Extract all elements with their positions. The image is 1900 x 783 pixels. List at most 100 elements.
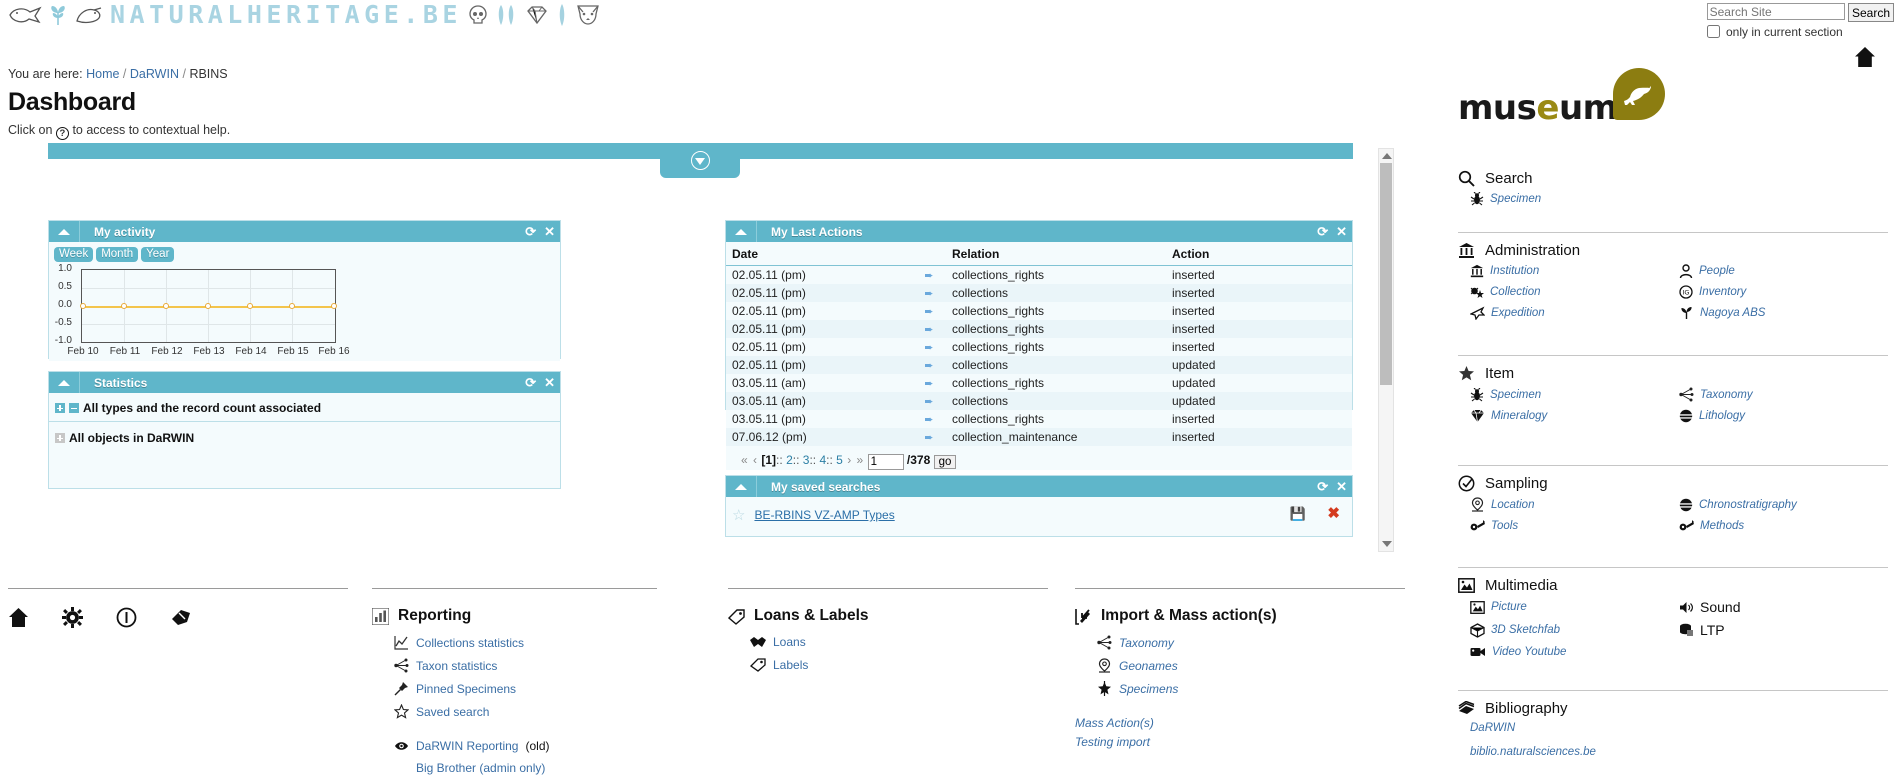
page-prev-button[interactable]: ‹ — [753, 453, 757, 467]
sidebar-item-sound[interactable]: Sound — [1679, 599, 1888, 615]
table-row[interactable]: 02.05.11 (pm) ➨ collections updated — [726, 356, 1352, 374]
collapse-icon[interactable] — [49, 372, 80, 393]
page-number-input[interactable] — [868, 454, 904, 470]
sidebar-item-label[interactable]: Tools — [1491, 520, 1518, 532]
sidebar-item-label[interactable]: Specimen — [1490, 193, 1541, 205]
dashboard-expand-toggle[interactable] — [660, 143, 740, 178]
table-row[interactable]: 02.05.11 (pm) ➨ collections_rights inser… — [726, 338, 1352, 356]
link-loans[interactable]: Loans — [750, 635, 1048, 649]
sidebar-item-chronostratigraphy[interactable]: Chronostratigraphy — [1679, 497, 1888, 512]
sidebar-item-label[interactable]: Nagoya ABS — [1700, 307, 1765, 319]
collapse-icon[interactable] — [49, 221, 80, 242]
home-icon[interactable] — [1854, 46, 1876, 68]
home-icon[interactable] — [8, 607, 29, 628]
sidebar-item-label[interactable]: Methods — [1700, 520, 1744, 532]
info-icon[interactable] — [116, 607, 137, 628]
scroll-up-icon[interactable] — [1382, 153, 1392, 159]
link-import-specimens[interactable]: Specimens — [1097, 681, 1405, 696]
breadcrumb-item-home[interactable]: Home — [86, 67, 119, 81]
sidebar-item-label[interactable]: Expedition — [1491, 307, 1545, 319]
sidebar-item-inventory[interactable]: IG Inventory — [1679, 285, 1888, 299]
sidebar-item-people[interactable]: People — [1679, 264, 1888, 278]
link-labels[interactable]: Labels — [750, 657, 1048, 672]
collapse-icon[interactable] — [69, 403, 79, 413]
link-saved-search[interactable]: Saved search — [394, 704, 657, 719]
page-link-5[interactable]: 5 — [836, 453, 843, 467]
goto-arrow-icon[interactable]: ➨ — [906, 338, 952, 356]
museum-logo[interactable]: museum — [1458, 68, 1665, 124]
sidebar-item-video-youtube[interactable]: Video Youtube — [1470, 645, 1679, 658]
sidebar-item-label[interactable]: People — [1699, 265, 1735, 277]
goto-arrow-icon[interactable]: ➨ — [906, 410, 952, 428]
range-button-year[interactable]: Year — [141, 247, 174, 262]
sidebar-item-institution[interactable]: Institution — [1470, 264, 1679, 278]
table-row[interactable]: 02.05.11 (pm) ➨ collections_rights inser… — [726, 266, 1352, 285]
sidebar-item-label[interactable]: Collection — [1490, 286, 1541, 298]
table-row[interactable]: 02.05.11 (pm) ➨ collections inserted — [726, 284, 1352, 302]
expand-icon[interactable] — [55, 433, 65, 443]
page-link-2[interactable]: 2 — [786, 453, 793, 467]
tag-icon[interactable] — [170, 607, 192, 628]
saved-search-link[interactable]: BE-RBINS VZ-AMP Types — [754, 508, 894, 522]
refresh-icon[interactable]: ⟳ — [1317, 224, 1328, 240]
scroll-down-icon[interactable] — [1382, 541, 1392, 547]
collapse-icon[interactable] — [726, 221, 757, 242]
sidebar-item-label[interactable]: 3D Sketchfab — [1491, 624, 1560, 636]
refresh-icon[interactable]: ⟳ — [525, 375, 536, 391]
goto-arrow-icon[interactable]: ➨ — [906, 302, 952, 320]
link-testing-import[interactable]: Testing import — [1075, 735, 1405, 749]
range-button-month[interactable]: Month — [96, 247, 138, 262]
sidebar-item-specimen[interactable]: Specimen — [1470, 387, 1679, 402]
floppy-icon[interactable]: 💾 — [1290, 506, 1306, 522]
close-icon[interactable]: ✕ — [544, 224, 555, 240]
gear-icon[interactable] — [62, 607, 83, 628]
scrollbar-thumb[interactable] — [1380, 163, 1392, 385]
link-taxon-statistics[interactable]: Taxon statistics — [394, 658, 657, 673]
table-row[interactable]: 02.05.11 (pm) ➨ collections_rights inser… — [726, 320, 1352, 338]
link-pinned-specimens[interactable]: Pinned Specimens — [394, 681, 657, 696]
page-go-button[interactable]: go — [934, 455, 957, 469]
sidebar-item-taxonomy[interactable]: Taxonomy — [1679, 387, 1888, 402]
goto-arrow-icon[interactable]: ➨ — [906, 428, 952, 446]
table-row[interactable]: 03.05.11 (am) ➨ collections updated — [726, 392, 1352, 410]
link-big-brother[interactable]: Big Brother (admin only) — [416, 761, 657, 775]
sidebar-item-collection[interactable]: Collection — [1470, 285, 1679, 299]
link-import-taxonomy[interactable]: Taxonomy — [1097, 635, 1405, 650]
sidebar-item-location[interactable]: Location — [1470, 497, 1679, 512]
sidebar-item-methods[interactable]: Methods — [1679, 519, 1888, 533]
statistics-row[interactable]: All types and the record count associate… — [49, 393, 560, 422]
table-row[interactable]: 03.05.11 (pm) ➨ collections_rights inser… — [726, 410, 1352, 428]
statistics-row[interactable]: All objects in DaRWIN — [49, 422, 560, 451]
close-icon[interactable]: ✕ — [544, 375, 555, 391]
sidebar-item-label[interactable]: Specimen — [1490, 389, 1541, 401]
table-row[interactable]: 03.05.11 (am) ➨ collections_rights updat… — [726, 374, 1352, 392]
sidebar-item-nagoya-abs[interactable]: Nagoya ABS — [1679, 306, 1888, 320]
goto-arrow-icon[interactable]: ➨ — [906, 320, 952, 338]
close-icon[interactable]: ✕ — [1336, 479, 1347, 495]
sidebar-item-specimen[interactable]: Specimen — [1470, 192, 1679, 206]
sidebar-item-label[interactable]: Inventory — [1699, 286, 1746, 298]
breadcrumb-item-darwin[interactable]: DaRWIN — [130, 67, 179, 81]
sidebar-item-3d-sketchfab[interactable]: 3D Sketchfab — [1470, 622, 1679, 638]
sidebar-item-label[interactable]: Lithology — [1699, 410, 1745, 422]
sidebar-item-lithology[interactable]: Lithology — [1679, 409, 1888, 423]
sidebar-item-label[interactable]: Location — [1491, 499, 1534, 511]
sidebar-item-expedition[interactable]: Expedition — [1470, 306, 1679, 320]
link-darwin-reporting[interactable]: DaRWIN Reporting (old) — [394, 739, 657, 753]
question-mark-icon[interactable]: ? — [56, 127, 69, 140]
goto-arrow-icon[interactable]: ➨ — [906, 374, 952, 392]
sidebar-item-label[interactable]: Mineralogy — [1491, 410, 1547, 422]
link-collections-statistics[interactable]: Collections statistics — [394, 635, 657, 650]
goto-arrow-icon[interactable]: ➨ — [906, 356, 952, 374]
page-next-button[interactable]: › — [847, 453, 851, 467]
refresh-icon[interactable]: ⟳ — [525, 224, 536, 240]
sidebar-item-darwin[interactable]: DaRWIN — [1470, 722, 1888, 734]
page-last-button[interactable]: » — [857, 453, 864, 467]
sidebar-item-label[interactable]: Institution — [1490, 265, 1539, 277]
close-icon[interactable]: ✕ — [1336, 224, 1347, 240]
link-import-geonames[interactable]: Geonames — [1097, 658, 1405, 673]
goto-arrow-icon[interactable]: ➨ — [906, 284, 952, 302]
goto-arrow-icon[interactable]: ➨ — [906, 392, 952, 410]
goto-arrow-icon[interactable]: ➨ — [906, 266, 952, 285]
sidebar-item-label[interactable]: Picture — [1491, 601, 1527, 613]
